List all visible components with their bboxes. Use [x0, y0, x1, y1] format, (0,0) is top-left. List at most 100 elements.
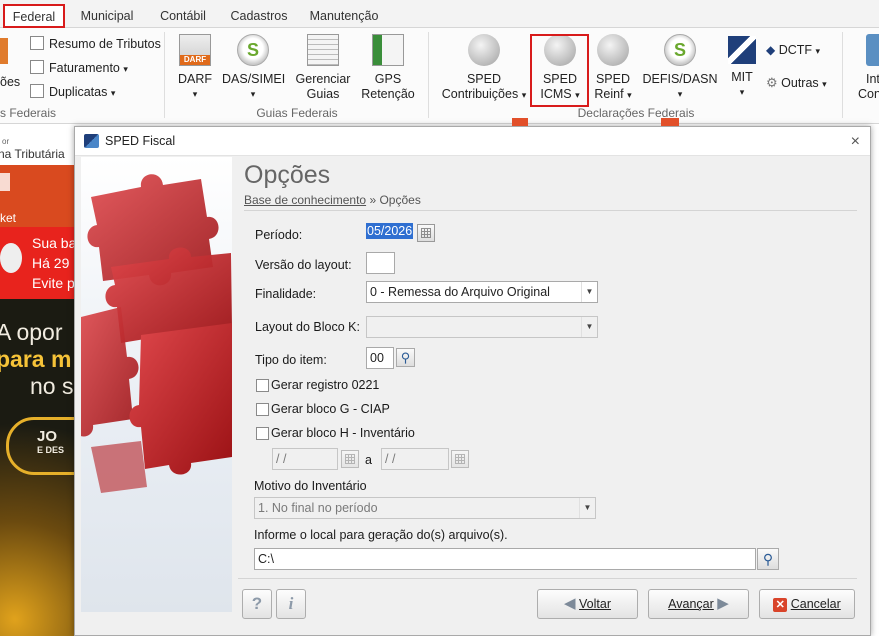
- breadcrumb: Base de conhecimento » Opções: [244, 193, 421, 207]
- cancelar-button[interactable]: ✕ Cancelar: [759, 589, 855, 619]
- periodo-field[interactable]: 05/2026: [366, 221, 414, 243]
- side-promo-button[interactable]: JO E DES: [6, 417, 74, 475]
- dctf-button[interactable]: ◆ DCTF ▾: [766, 40, 820, 60]
- gerar-bloco-h-checkbox[interactable]: [256, 427, 269, 440]
- info-button[interactable]: i: [276, 589, 306, 619]
- periodo-label: Período:: [255, 228, 303, 242]
- versao-layout-label: Versão do layout:: [255, 258, 352, 272]
- resumo-tributos-button[interactable]: Resumo de Tributos: [30, 34, 161, 54]
- group-label-guias: Guias Federais: [256, 106, 338, 120]
- faturamento-button[interactable]: Faturamento ▾: [30, 58, 128, 78]
- duplicatas-button[interactable]: Duplicatas ▾: [30, 82, 115, 102]
- chevron-down-icon: ▾: [677, 89, 683, 99]
- tab-municipal[interactable]: Municipal: [72, 5, 142, 27]
- arrow-left-icon: ◀: [564, 595, 576, 612]
- gps-form-icon: [372, 34, 404, 66]
- gerar-0221-checkbox[interactable]: [256, 379, 269, 392]
- outras-button[interactable]: ⚙ Outras ▾: [766, 73, 827, 93]
- page-title: Opções: [244, 161, 331, 189]
- layout-bloco-k-select[interactable]: ▼: [366, 316, 598, 338]
- gps-retencao-button[interactable]: GPS Retenção: [358, 34, 418, 102]
- receita-federal-icon: ◆: [766, 43, 776, 57]
- simples-icon: S: [664, 34, 696, 66]
- simples-icon: S: [237, 34, 269, 66]
- search-icon[interactable]: ⚲: [396, 348, 415, 367]
- cut-button-label[interactable]: ões: [0, 72, 20, 92]
- chevron-down-icon: ▾: [250, 89, 256, 99]
- inventario-date-to[interactable]: / /: [381, 448, 449, 470]
- gerar-bloco-h-label: Gerar bloco H - Inventário: [271, 426, 415, 440]
- tab-manutencao[interactable]: Manutenção: [302, 5, 386, 27]
- tab-federal[interactable]: Federal: [3, 4, 65, 28]
- calendar-icon[interactable]: [417, 224, 435, 242]
- group-divider: [428, 32, 429, 118]
- avancar-button[interactable]: Avançar ▶: [648, 589, 749, 619]
- tipo-item-field[interactable]: 00: [366, 347, 394, 369]
- ribbon-tab-bar: Federal Municipal Contábil Cadastros Man…: [0, 0, 879, 28]
- date-range-separator: a: [365, 453, 372, 467]
- cut-icon: [0, 38, 8, 64]
- mit-button[interactable]: MIT ▾: [722, 34, 762, 100]
- group-divider: [164, 32, 165, 118]
- side-banner-text: Sua ba Há 29 Evite p: [32, 235, 74, 291]
- help-button[interactable]: ?: [242, 589, 272, 619]
- sped-fiscal-dialog: SPED Fiscal × Opções Base de conheciment…: [74, 126, 871, 636]
- sped-disc-icon: [597, 34, 629, 66]
- group-label-declaracoes: Declarações Federais: [577, 106, 695, 120]
- tipo-item-label: Tipo do item:: [255, 353, 327, 367]
- voltar-button[interactable]: ◀ Voltar: [537, 589, 638, 619]
- gerenciar-guias-button[interactable]: Gerenciar Guias: [292, 34, 354, 102]
- motivo-inventario-select[interactable]: 1. No final no período ▼: [254, 497, 596, 519]
- breadcrumb-link[interactable]: Base de conhecimento: [244, 193, 366, 207]
- sped-disc-icon: [468, 34, 500, 66]
- close-icon[interactable]: ×: [851, 127, 860, 156]
- spreadsheet-icon: [307, 34, 339, 66]
- puzzle-illustration: [81, 157, 232, 612]
- versao-layout-field[interactable]: [366, 252, 395, 274]
- das-simei-button[interactable]: S DAS/SIMEI ▾: [222, 34, 285, 102]
- document-icon: [30, 60, 44, 74]
- motivo-inventario-label: Motivo do Inventário: [254, 479, 367, 493]
- calendar-icon[interactable]: [451, 450, 469, 468]
- darf-button[interactable]: DARF DARF ▾: [172, 34, 218, 102]
- integration-icon: [866, 34, 879, 66]
- integracao-button[interactable]: Int Con: [858, 34, 879, 102]
- chevron-down-icon: ▾: [627, 90, 632, 100]
- chevron-down-icon: ▾: [123, 64, 128, 74]
- tab-cadastros[interactable]: Cadastros: [224, 5, 294, 27]
- cut-group-label: s Federais: [0, 106, 57, 120]
- calendar-icon[interactable]: [341, 450, 359, 468]
- document-icon: [30, 36, 44, 50]
- local-geracao-label: Informe o local para geração do(s) arqui…: [254, 528, 508, 542]
- dialog-content: Opções Base de conhecimento » Opções Per…: [232, 157, 869, 603]
- search-icon[interactable]: ⚲: [757, 548, 779, 570]
- background-side-panel: or na Tributária ket Sua ba Há 29 Evite …: [0, 125, 74, 636]
- side-header: na Tributária: [0, 147, 65, 161]
- sped-reinf-button[interactable]: SPED Reinf ▾: [590, 34, 636, 103]
- gerar-0221-label: Gerar registro 0221: [271, 378, 380, 392]
- gerar-bloco-g-checkbox[interactable]: [256, 403, 269, 416]
- ticket-icon: [0, 173, 10, 191]
- chevron-down-icon: ▼: [581, 317, 597, 337]
- chevron-down-icon: ▾: [521, 90, 527, 100]
- finalidade-select[interactable]: 0 - Remessa do Arquivo Original ▼: [366, 281, 598, 303]
- chevron-down-icon: ▾: [110, 88, 116, 98]
- sped-contribuicoes-button[interactable]: SPED Contribuições ▾: [438, 34, 530, 103]
- inventario-date-from[interactable]: / /: [272, 448, 338, 470]
- notification-badge: [661, 118, 679, 126]
- database-icon: [0, 243, 22, 273]
- gear-icon: ⚙: [766, 75, 778, 90]
- dialog-title: SPED Fiscal: [105, 134, 176, 148]
- defis-dasn-button[interactable]: S DEFIS/DASN ▾: [642, 34, 718, 102]
- footer-divider: [238, 578, 857, 579]
- chevron-down-icon: ▼: [579, 498, 595, 518]
- local-geracao-field[interactable]: C:\: [254, 548, 756, 570]
- layout-bloco-k-label: Layout do Bloco K:: [255, 320, 360, 334]
- notification-badge: [512, 118, 528, 126]
- receita-federal-icon: [728, 36, 756, 64]
- gerar-bloco-g-label: Gerar bloco G - CIAP: [271, 402, 390, 416]
- sped-icms-highlight: [530, 34, 589, 107]
- document-icon: [30, 84, 44, 98]
- chevron-down-icon: ▼: [581, 282, 597, 302]
- tab-contabil[interactable]: Contábil: [150, 5, 216, 27]
